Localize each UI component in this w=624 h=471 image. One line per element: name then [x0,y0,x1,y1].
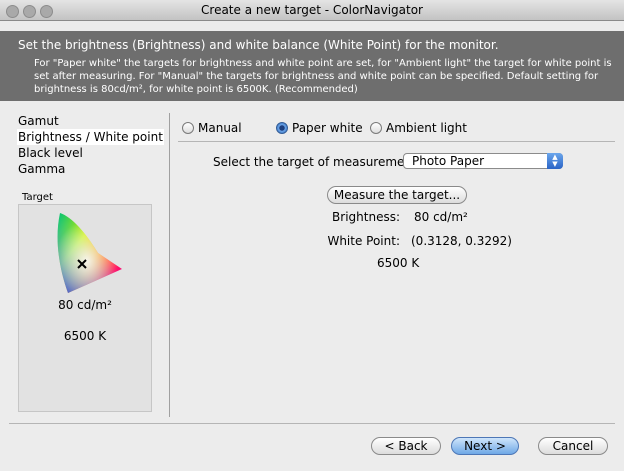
step-list: Gamut Brightness / White point Black lev… [17,113,164,177]
target-brightness: 80 cd/m² [58,298,112,312]
color-temperature-value: 6500 K [377,256,420,270]
window-controls[interactable] [6,4,57,24]
measurement-target-value: Photo Paper [412,154,485,168]
next-button[interactable]: Next > [451,437,519,455]
step-black-level[interactable]: Black level [17,145,164,161]
radio-ambient-light-label: Ambient light [386,121,467,135]
select-arrows-icon[interactable]: ▲ ▼ [547,153,563,169]
target-panel: 80 cd/m² 6500 K [18,204,152,412]
radio-manual[interactable]: Manual [182,121,242,135]
white-point-value: (0.3128, 0.3292) [411,234,512,248]
radio-button-icon[interactable] [182,122,194,134]
target-color-temperature: 6500 K [63,329,107,343]
radio-button-selected-icon[interactable] [276,122,288,134]
footer-separator [9,423,615,424]
radio-paper-white-label: Paper white [292,121,363,135]
measure-target-button[interactable]: Measure the target... [327,186,467,204]
measurement-target-select[interactable]: Photo Paper ▲ ▼ [403,153,563,169]
chromaticity-diagram-icon [57,213,122,293]
brightness-value: 80 cd/m² [414,210,468,224]
measurement-target-label: Select the target of measurement: [213,155,421,169]
cancel-button[interactable]: Cancel [538,437,608,455]
step-brightness-white-point[interactable]: Brightness / White point [17,129,164,145]
instruction-banner: Set the brightness (Brightness) and whit… [0,31,624,101]
radio-ambient-light[interactable]: Ambient light [370,121,467,135]
radio-manual-label: Manual [198,121,242,135]
panel-divider [169,113,170,417]
brightness-label: Brightness: [332,210,400,224]
white-point-label: White Point: [327,234,400,248]
banner-description: For "Paper white" the targets for bright… [34,58,612,95]
back-button[interactable]: < Back [371,437,441,455]
target-panel-label: Target [22,192,53,203]
window-title: Create a new target - ColorNavigator [201,3,423,17]
step-gamma[interactable]: Gamma [17,161,164,177]
banner-heading: Set the brightness (Brightness) and whit… [18,38,499,52]
radio-paper-white[interactable]: Paper white [276,121,363,135]
radio-button-icon[interactable] [370,122,382,134]
step-gamut[interactable]: Gamut [17,113,164,129]
mode-separator [178,141,615,142]
title-bar: Create a new target - ColorNavigator [0,0,624,21]
